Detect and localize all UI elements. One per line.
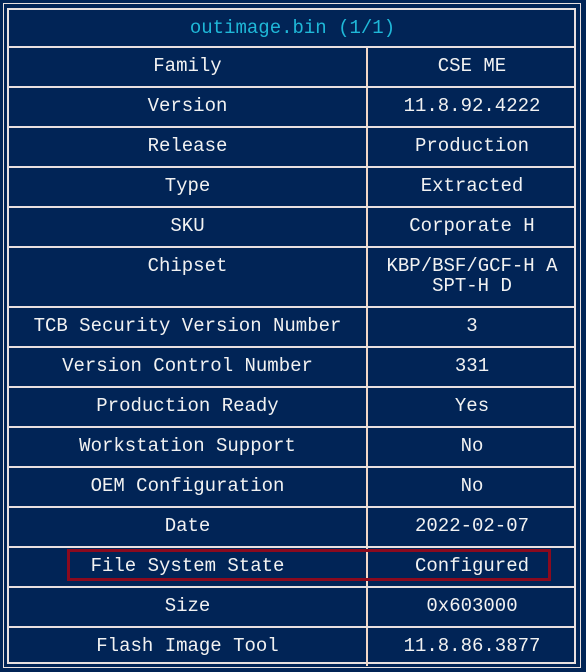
table-row: Flash Image Tool 11.8.86.3877 — [9, 626, 576, 666]
row-key: Type — [164, 175, 211, 197]
table-row: Family CSE ME — [9, 46, 576, 86]
row-value: 11.8.86.3877 — [366, 628, 576, 666]
table-row: Release Production — [9, 126, 576, 166]
row-value: Production — [366, 128, 576, 166]
row-key: Date — [164, 515, 211, 537]
row-key: TCB Security Version Number — [33, 315, 342, 337]
row-key: Production Ready — [96, 395, 279, 417]
row-key: SKU — [170, 215, 205, 237]
table-row: Chipset KBP/BSF/GCF-H A SPT-H D — [9, 246, 576, 306]
row-key: Chipset — [147, 255, 228, 277]
table-title: outimage.bin (1/1) — [189, 17, 396, 39]
row-key: Release — [147, 135, 228, 157]
row-key: Family — [153, 55, 222, 77]
row-value: 3 — [366, 308, 576, 346]
table-row: Size 0x603000 — [9, 586, 576, 626]
row-value: CSE ME — [366, 48, 576, 86]
table-row: Date 2022-02-07 — [9, 506, 576, 546]
row-key: Size — [164, 595, 211, 617]
row-value: KBP/BSF/GCF-H A SPT-H D — [366, 248, 576, 306]
row-key: OEM Configuration — [90, 475, 285, 497]
row-value: Corporate H — [366, 208, 576, 246]
highlight-box — [67, 549, 551, 581]
table-row: OEM Configuration No — [9, 466, 576, 506]
row-value: Yes — [366, 388, 576, 426]
table-row: Workstation Support No — [9, 426, 576, 466]
table-row: Version 11.8.92.4222 — [9, 86, 576, 126]
row-value: 11.8.92.4222 — [366, 88, 576, 126]
row-value: 2022-02-07 — [366, 508, 576, 546]
row-key: Version — [147, 95, 228, 117]
row-key: Version Control Number — [62, 355, 313, 377]
row-value: 331 — [366, 348, 576, 386]
row-value: No — [366, 468, 576, 506]
table-row: Type Extracted — [9, 166, 576, 206]
row-key: Workstation Support — [79, 435, 296, 457]
table-row: Version Control Number 331 — [9, 346, 576, 386]
table-row: SKU Corporate H — [9, 206, 576, 246]
table-row: Production Ready Yes — [9, 386, 576, 426]
row-value: No — [366, 428, 576, 466]
table-row: TCB Security Version Number 3 — [9, 306, 576, 346]
row-value: Extracted — [366, 168, 576, 206]
row-value: 0x603000 — [366, 588, 576, 626]
row-key: Flash Image Tool — [96, 635, 279, 657]
